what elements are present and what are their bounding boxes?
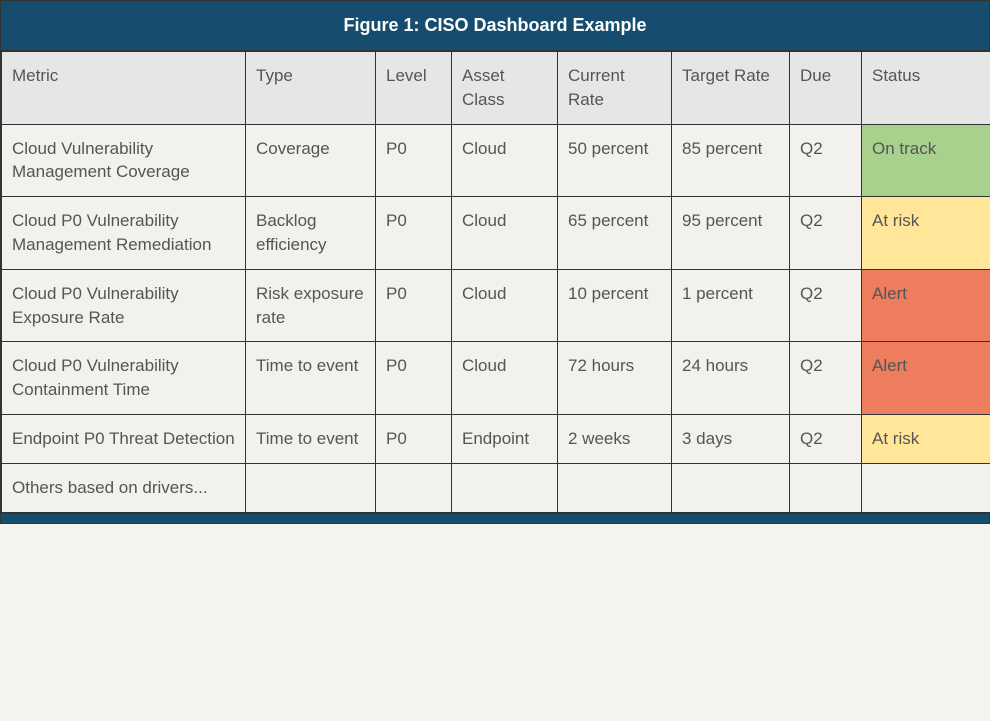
figure-title: Figure 1: CISO Dashboard Example (1, 1, 989, 51)
cell-due: Q2 (790, 269, 862, 342)
table-row: Endpoint P0 Threat DetectionTime to even… (2, 414, 990, 463)
cell-target-rate: 95 percent (672, 197, 790, 270)
cell-type: Coverage (246, 124, 376, 197)
cell-status: Alert (862, 269, 990, 342)
cell-due: Q2 (790, 197, 862, 270)
cell-type: Backlog efficiency (246, 197, 376, 270)
cell-type: Time to event (246, 342, 376, 415)
cell-asset-class: Cloud (452, 197, 558, 270)
header-current-rate: Current Rate (558, 52, 672, 125)
cell-status: At risk (862, 414, 990, 463)
table-row: Cloud P0 Vulnerability Management Remedi… (2, 197, 990, 270)
header-status: Status (862, 52, 990, 125)
cell-asset-class: Endpoint (452, 414, 558, 463)
table-header-row: Metric Type Level Asset Class Current Ra… (2, 52, 990, 125)
cell-target-rate (672, 463, 790, 512)
cell-level: P0 (376, 414, 452, 463)
footer-bar (1, 513, 989, 523)
header-type: Type (246, 52, 376, 125)
cell-current-rate: 2 weeks (558, 414, 672, 463)
cell-target-rate: 1 percent (672, 269, 790, 342)
table-row: Cloud P0 Vulnerability Exposure RateRisk… (2, 269, 990, 342)
cell-status (862, 463, 990, 512)
cell-due (790, 463, 862, 512)
cell-due: Q2 (790, 124, 862, 197)
header-asset-class: Asset Class (452, 52, 558, 125)
cell-level (376, 463, 452, 512)
cell-current-rate: 50 percent (558, 124, 672, 197)
header-level: Level (376, 52, 452, 125)
cell-asset-class (452, 463, 558, 512)
table-row: Cloud Vulnerability Management CoverageC… (2, 124, 990, 197)
cell-target-rate: 3 days (672, 414, 790, 463)
cell-status: Alert (862, 342, 990, 415)
cell-status: At risk (862, 197, 990, 270)
cell-metric: Cloud P0 Vulnerability Exposure Rate (2, 269, 246, 342)
cell-type: Time to event (246, 414, 376, 463)
header-due: Due (790, 52, 862, 125)
cell-target-rate: 85 percent (672, 124, 790, 197)
cell-status: On track (862, 124, 990, 197)
cell-level: P0 (376, 197, 452, 270)
cell-type (246, 463, 376, 512)
cell-metric: Others based on drivers... (2, 463, 246, 512)
cell-current-rate: 65 percent (558, 197, 672, 270)
cell-metric: Cloud Vulnerability Management Coverage (2, 124, 246, 197)
cell-current-rate (558, 463, 672, 512)
cell-metric: Endpoint P0 Threat Detection (2, 414, 246, 463)
header-metric: Metric (2, 52, 246, 125)
cell-metric: Cloud P0 Vulnerability Management Remedi… (2, 197, 246, 270)
cell-level: P0 (376, 342, 452, 415)
dashboard-container: Figure 1: CISO Dashboard Example Metric … (0, 0, 990, 524)
cell-level: P0 (376, 124, 452, 197)
cell-asset-class: Cloud (452, 124, 558, 197)
cell-target-rate: 24 hours (672, 342, 790, 415)
cell-due: Q2 (790, 414, 862, 463)
dashboard-table: Metric Type Level Asset Class Current Ra… (1, 51, 990, 513)
cell-current-rate: 10 percent (558, 269, 672, 342)
cell-current-rate: 72 hours (558, 342, 672, 415)
cell-asset-class: Cloud (452, 269, 558, 342)
cell-metric: Cloud P0 Vulnerability Containment Time (2, 342, 246, 415)
cell-type: Risk exposure rate (246, 269, 376, 342)
cell-asset-class: Cloud (452, 342, 558, 415)
table-row: Others based on drivers... (2, 463, 990, 512)
cell-level: P0 (376, 269, 452, 342)
cell-due: Q2 (790, 342, 862, 415)
header-target-rate: Target Rate (672, 52, 790, 125)
table-row: Cloud P0 Vulnerability Containment TimeT… (2, 342, 990, 415)
